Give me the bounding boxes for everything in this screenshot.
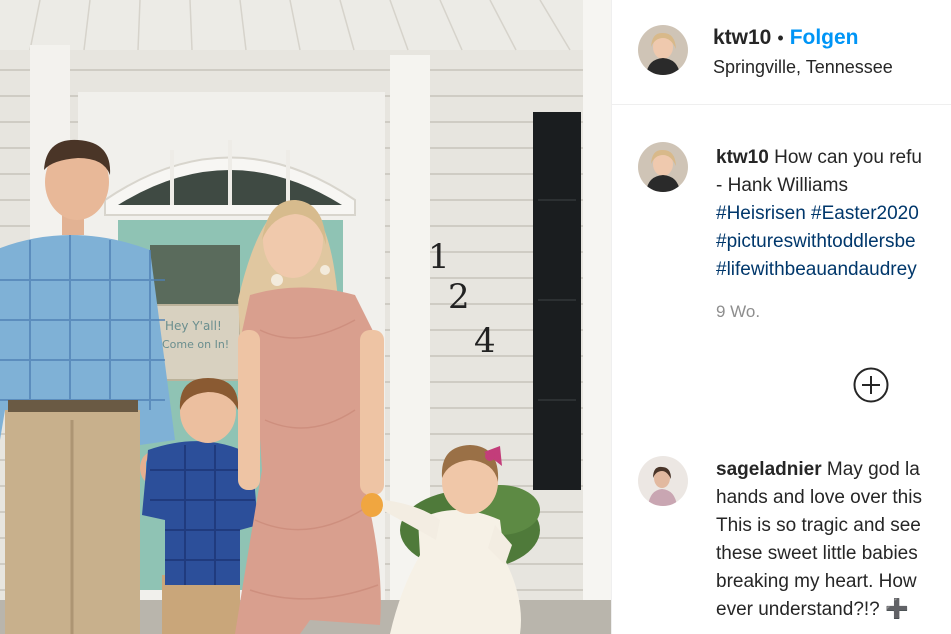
- caption-line-2: - Hank Williams: [716, 175, 848, 196]
- comment-username[interactable]: sageladnier: [716, 459, 822, 480]
- caption-line-1: ktw10 How can you refu: [716, 144, 951, 172]
- post-timestamp[interactable]: 9 Wo.: [716, 302, 760, 322]
- family-porch-photo: Hey Y'all! Come on In! 1 2 4: [0, 0, 611, 634]
- avatar-image: [638, 142, 688, 192]
- post-header: ktw10 • Folgen Springville, Tennessee: [612, 0, 951, 105]
- house-number-2: 2: [448, 277, 470, 317]
- post-caption: ktw10 How can you refu - Hank Williams #…: [716, 144, 951, 284]
- door-sign-line2: Come on In!: [162, 338, 229, 351]
- avatar-image: [638, 456, 688, 506]
- hashtag-line[interactable]: #Heisrisen #Easter2020: [716, 200, 951, 228]
- hashtag-line[interactable]: #lifewithbeauandaudrey: [716, 256, 951, 284]
- header-username[interactable]: ktw10: [713, 26, 771, 50]
- comment-line-1: sageladnier May god la: [716, 456, 951, 484]
- avatar-image: [638, 25, 688, 75]
- door-sign-line1: Hey Y'all!: [165, 319, 222, 333]
- post-photo[interactable]: Hey Y'all! Come on In! 1 2 4: [0, 0, 611, 634]
- comment-text: breaking my heart. How: [716, 571, 917, 592]
- comment-text: This is so tragic and see: [716, 515, 921, 536]
- header-user-line: ktw10 • Folgen: [713, 26, 859, 50]
- house-number-3: 4: [474, 321, 496, 361]
- author-avatar[interactable]: [638, 25, 688, 75]
- house-number-1: 1: [428, 237, 450, 277]
- caption-avatar[interactable]: [638, 142, 688, 192]
- caption-text: How can you refu: [774, 147, 922, 168]
- follow-button[interactable]: Folgen: [790, 26, 859, 50]
- location-link[interactable]: Springville, Tennessee: [713, 57, 893, 78]
- plus-circle-icon[interactable]: [853, 367, 889, 403]
- comment-text: these sweet little babies: [716, 543, 918, 564]
- comment-item: sageladnier May god la hands and love ov…: [716, 456, 951, 624]
- comment-text: ever understand?!? ➕: [716, 599, 909, 620]
- caption-username[interactable]: ktw10: [716, 147, 769, 168]
- comment-text: May god la: [826, 459, 920, 480]
- header-separator: •: [777, 27, 784, 48]
- post-sidebar: ktw10 • Folgen Springville, Tennessee kt…: [611, 0, 951, 634]
- hashtag-line[interactable]: #pictureswithtoddlersbe: [716, 228, 951, 256]
- comment-text: hands and love over this: [716, 487, 922, 508]
- commenter-avatar[interactable]: [638, 456, 688, 506]
